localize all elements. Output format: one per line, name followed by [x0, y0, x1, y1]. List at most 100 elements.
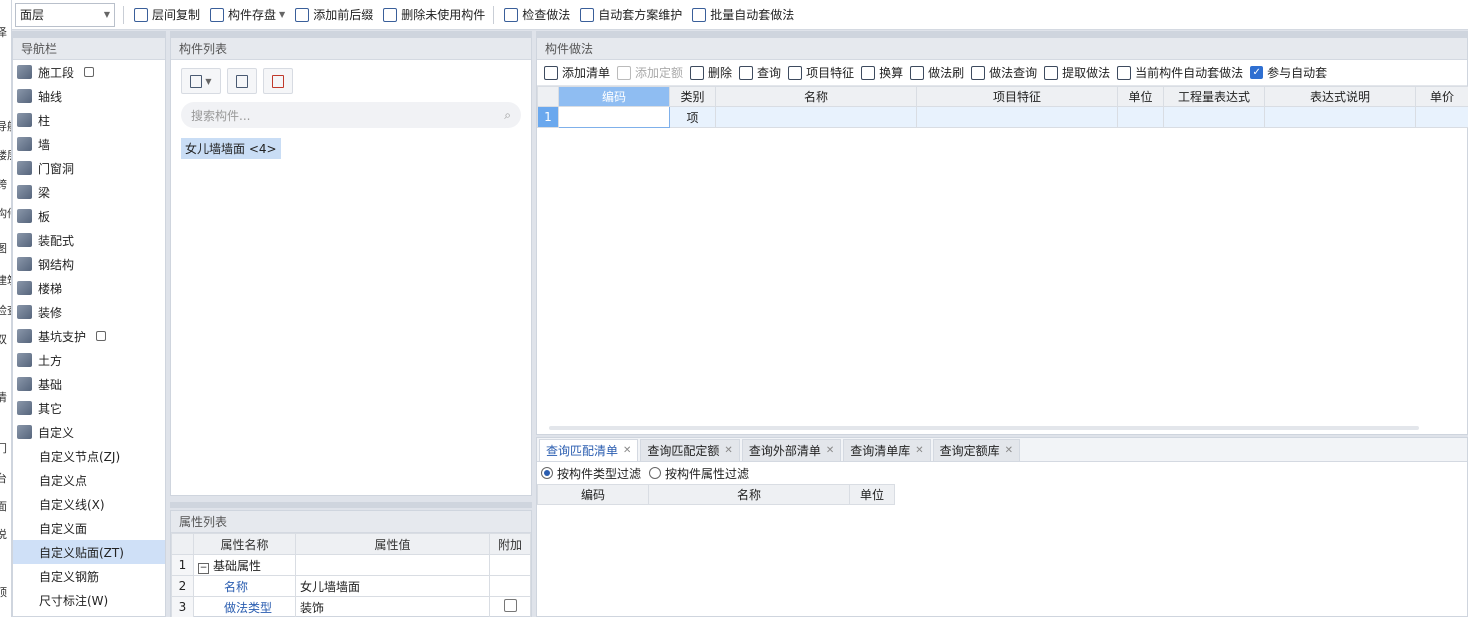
check-method-label: 检查做法	[522, 8, 571, 22]
nav-item[interactable]: 板	[13, 204, 165, 228]
nav-sub-item[interactable]: 自定义线(X)	[13, 492, 165, 516]
nav-sub-item[interactable]: 尺寸标注(W)	[13, 588, 165, 612]
table-row[interactable]: 2 名称 女儿墙墙面	[171, 575, 531, 597]
nav-sub-item[interactable]: 自定义点	[13, 468, 165, 492]
method-tool-button[interactable]: 做法刷	[910, 64, 964, 81]
search-icon: ⌕	[504, 107, 511, 122]
code-cell[interactable]	[558, 106, 670, 128]
left-strip-text: 建筑	[0, 272, 11, 288]
query-tab[interactable]: 查询清单库 ✕	[843, 439, 931, 461]
method-tool-button[interactable]: 查询	[739, 64, 781, 81]
copy-component-button[interactable]	[227, 68, 257, 94]
extra-checkbox[interactable]	[503, 599, 517, 612]
nav-item[interactable]: 土方	[13, 348, 165, 372]
method-tool-button[interactable]: 当前构件自动套做法	[1117, 64, 1243, 81]
chevron-down-icon: ▼	[279, 10, 286, 19]
property-value[interactable]: 女儿墙墙面	[295, 575, 490, 597]
method-header-feature[interactable]: 项目特征	[916, 86, 1118, 107]
query-header-unit[interactable]: 单位	[849, 484, 895, 505]
nav-item[interactable]: 基坑支护	[13, 324, 165, 348]
property-extra	[489, 596, 531, 617]
query-header-name[interactable]: 名称	[648, 484, 850, 505]
save-component-button[interactable]: 构件存盘 ▼	[210, 3, 285, 27]
nav-item[interactable]: 门窗洞	[13, 156, 165, 180]
method-tool-button[interactable]: 删除	[690, 64, 732, 81]
description-cell[interactable]	[1264, 106, 1416, 128]
nav-item[interactable]: 楼梯	[13, 276, 165, 300]
filter-attr-radio[interactable]	[649, 467, 662, 479]
nav-item-label: 基础	[38, 377, 63, 392]
auto-apply-checkbox[interactable]: ✓ 参与自动套	[1250, 64, 1327, 81]
filter-type-radio[interactable]	[541, 467, 553, 479]
delete-unused-button[interactable]: 删除未使用构件	[383, 3, 485, 27]
method-tool-button[interactable]: 提取做法	[1044, 64, 1110, 81]
category-cell[interactable]: 项	[669, 106, 716, 128]
method-header-unit[interactable]: 单位	[1117, 86, 1164, 107]
method-header-price[interactable]: 单价	[1415, 86, 1468, 107]
nav-item[interactable]: 柱	[13, 108, 165, 132]
property-value[interactable]	[295, 554, 490, 576]
row-number: 2	[171, 575, 194, 597]
nav-item[interactable]: 装配式	[13, 228, 165, 252]
component-item[interactable]: 女儿墙墙面 <4>	[181, 138, 281, 159]
close-icon[interactable]: ✕	[724, 445, 732, 456]
query-tab[interactable]: 查询定额库 ✕	[932, 439, 1021, 461]
nav-item[interactable]: 梁	[13, 180, 165, 204]
component-search-input[interactable]: 搜索构件... ⌕	[181, 102, 521, 128]
collapse-icon[interactable]: −	[198, 562, 209, 574]
left-strip-text: 构件	[0, 205, 11, 221]
horizontal-scrollbar[interactable]	[549, 426, 1419, 430]
method-header-expression[interactable]: 工程量表达式	[1163, 86, 1265, 107]
auto-scheme-button[interactable]: 自动套方案维护	[580, 3, 682, 27]
nav-sub-item-label: 自定义钢筋	[39, 569, 100, 584]
nav-sub-item[interactable]: 自定义贴面(ZT)	[13, 540, 165, 564]
price-cell[interactable]	[1415, 106, 1468, 128]
nav-item[interactable]: 钢结构	[13, 252, 165, 276]
divider	[123, 5, 124, 24]
method-header-code[interactable]: 编码	[558, 86, 670, 107]
method-header-category[interactable]: 类别	[669, 86, 716, 107]
nav-item[interactable]: 其它	[13, 396, 165, 420]
nav-item[interactable]: 装修	[13, 300, 165, 324]
method-tool-button[interactable]: 换算	[861, 64, 903, 81]
nav-item[interactable]: 基础	[13, 372, 165, 396]
nav-item[interactable]: 轴线	[13, 84, 165, 108]
method-header-name[interactable]: 名称	[715, 86, 917, 107]
nav-item[interactable]: 施工段	[13, 60, 165, 84]
query-tab[interactable]: 查询匹配定额 ✕	[640, 439, 740, 461]
method-header-description[interactable]: 表达式说明	[1264, 86, 1416, 107]
batch-auto-button[interactable]: 批量自动套做法	[692, 3, 794, 27]
query-tab[interactable]: 查询匹配清单 ✕	[539, 439, 639, 461]
nav-item[interactable]: 自定义	[13, 420, 165, 444]
nav-sub-item[interactable]: 自定义面	[13, 516, 165, 540]
floor-copy-button[interactable]: 层间复制	[134, 3, 200, 27]
table-row[interactable]: 1 − 基础属性	[171, 554, 531, 576]
new-component-button[interactable]: ▼	[181, 68, 221, 94]
property-value[interactable]: 装饰	[295, 596, 490, 617]
query-header-code[interactable]: 编码	[537, 484, 649, 505]
method-tool-button[interactable]: 项目特征	[788, 64, 854, 81]
table-row[interactable]: 1 项	[537, 106, 1468, 128]
nav-item[interactable]: 墙	[13, 132, 165, 156]
close-icon[interactable]: ✕	[826, 445, 834, 456]
batch-icon	[692, 7, 707, 22]
close-icon[interactable]: ✕	[623, 445, 631, 456]
floor-select[interactable]: 面层 ▼	[15, 2, 115, 27]
unit-cell[interactable]	[1117, 106, 1164, 128]
method-tool-button[interactable]: 添加定额	[617, 64, 683, 81]
close-icon[interactable]: ✕	[915, 445, 923, 456]
category-icon	[17, 209, 32, 223]
method-tool-button[interactable]: 做法查询	[971, 64, 1037, 81]
expression-cell[interactable]	[1163, 106, 1265, 128]
add-affix-button[interactable]: 添加前后缀	[295, 3, 373, 27]
query-tab[interactable]: 查询外部清单 ✕	[741, 439, 842, 461]
close-icon[interactable]: ✕	[1005, 445, 1013, 456]
method-tool-button[interactable]: 添加清单	[544, 64, 610, 81]
check-method-button[interactable]: 检查做法	[504, 3, 570, 27]
feature-cell[interactable]	[916, 106, 1118, 128]
table-row[interactable]: 3 做法类型 装饰	[171, 596, 531, 617]
name-cell[interactable]	[715, 106, 917, 128]
delete-component-button[interactable]	[263, 68, 293, 94]
nav-sub-item[interactable]: 自定义节点(ZJ)	[13, 444, 165, 468]
nav-sub-item[interactable]: 自定义钢筋	[13, 564, 165, 588]
